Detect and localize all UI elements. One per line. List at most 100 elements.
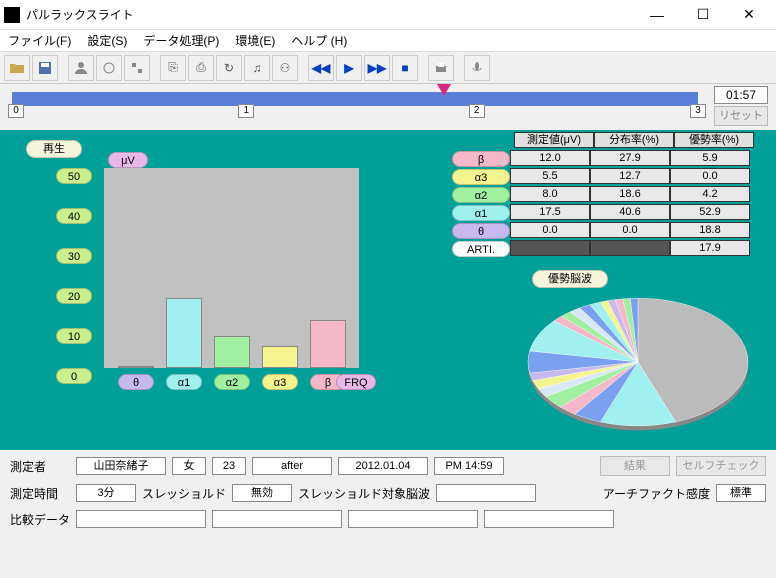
tick-3: 3 <box>690 104 706 118</box>
threshold-label: スレッショルド <box>142 485 226 502</box>
rowlabel-ARTI.: ARTI. <box>452 241 510 257</box>
rowlabel-α1: α1 <box>452 205 510 221</box>
device-icon[interactable] <box>96 55 122 81</box>
time-display: 01:57 <box>714 86 768 104</box>
open-icon[interactable] <box>4 55 30 81</box>
rowlabel-α2: α2 <box>452 187 510 203</box>
compare-field-2 <box>212 510 342 528</box>
cell: 4.2 <box>670 186 750 202</box>
mic-icon[interactable] <box>464 55 490 81</box>
ytick-0: 0 <box>56 368 92 384</box>
th-measure: 測定値(μV) <box>514 132 594 148</box>
titlebar: パルラックスライト — ☐ ✕ <box>0 0 776 30</box>
user-icon[interactable] <box>68 55 94 81</box>
main-panel: 再生 μV 50403020100 θα1α2α3β FRQ 測定値(μV)分布… <box>0 130 776 450</box>
th-dist: 分布率(%) <box>594 132 674 148</box>
toolbar: ⎘ ⎙ ↻ ♫ ⚇ ◀◀ ▶ ▶▶ ■ <box>0 52 776 84</box>
play-button[interactable]: ▶ <box>336 55 362 81</box>
menu-settings[interactable]: 設定(S) <box>83 30 131 51</box>
th-dom: 優勢率(%) <box>674 132 754 148</box>
ytick-20: 20 <box>56 288 92 304</box>
cell: 18.8 <box>670 222 750 238</box>
compare-field-1 <box>76 510 206 528</box>
close-button[interactable]: ✕ <box>726 0 772 30</box>
rewind-button[interactable]: ◀◀ <box>308 55 334 81</box>
cell: 8.0 <box>510 186 590 202</box>
tool1-icon[interactable]: ⎘ <box>160 55 186 81</box>
info-panel: 測定者 山田奈緒子 女 23 after 2012.01.04 PM 14:59… <box>0 450 776 578</box>
data-table: 測定値(μV)分布率(%)優勢率(%) β12.027.95.9 α35.512.… <box>452 132 766 258</box>
menubar: ファイル(F) 設定(S) データ処理(P) 環境(E) ヘルプ (H) <box>0 30 776 52</box>
threshold-target-field <box>436 484 536 502</box>
phase-field: after <box>252 457 332 475</box>
ytick-30: 30 <box>56 248 92 264</box>
xlabel-θ: θ <box>118 374 154 390</box>
cell: 0.0 <box>510 222 590 238</box>
cell: 12.7 <box>590 168 670 184</box>
compare-label: 比較データ <box>10 511 70 528</box>
xlabel-α3: α3 <box>262 374 298 390</box>
compare-field-4 <box>484 510 614 528</box>
time-field: PM 14:59 <box>434 457 504 475</box>
result-button[interactable]: 結果 <box>600 456 670 476</box>
cell: 0.0 <box>590 222 670 238</box>
progress-marker-icon[interactable] <box>437 84 451 96</box>
rowlabel-β: β <box>452 151 510 167</box>
refresh-icon[interactable]: ↻ <box>216 55 242 81</box>
save-icon[interactable] <box>32 55 58 81</box>
tick-0: 0 <box>8 104 24 118</box>
threshold-field: 無効 <box>232 484 292 502</box>
cell: 12.0 <box>510 150 590 166</box>
bar-β <box>310 320 346 368</box>
menu-help[interactable]: ヘルプ (H) <box>287 30 351 51</box>
compare-field-3 <box>348 510 478 528</box>
artifact-field: 標準 <box>716 484 766 502</box>
selfcheck-button[interactable]: セルフチェック <box>676 456 766 476</box>
meastime-label: 測定時間 <box>10 485 70 502</box>
pie-chart <box>518 292 758 432</box>
uv-label: μV <box>108 152 148 168</box>
headphone-icon[interactable]: ♫ <box>244 55 270 81</box>
tick-2: 2 <box>469 104 485 118</box>
cell: 17.9 <box>670 240 750 256</box>
cell: 5.5 <box>510 168 590 184</box>
bar-θ <box>118 366 154 368</box>
age-field: 23 <box>212 457 246 475</box>
artifact-label: アーチファクト感度 <box>603 485 710 502</box>
ytick-50: 50 <box>56 168 92 184</box>
menu-file[interactable]: ファイル(F) <box>4 30 75 51</box>
cell: 27.9 <box>590 150 670 166</box>
cell: 52.9 <box>670 204 750 220</box>
app-icon <box>4 7 20 23</box>
cell: 18.6 <box>590 186 670 202</box>
tick-1: 1 <box>238 104 254 118</box>
xlabel-α1: α1 <box>166 374 202 390</box>
cell: 0.0 <box>670 168 750 184</box>
cell: 5.9 <box>670 150 750 166</box>
tool2-icon[interactable]: ⎙ <box>188 55 214 81</box>
measurer-label: 測定者 <box>10 458 70 475</box>
frq-label: FRQ <box>336 374 376 390</box>
progress-area: 01:57 リセット 0 1 2 3 <box>0 84 776 130</box>
minimize-button[interactable]: — <box>634 0 680 30</box>
cell: 17.5 <box>510 204 590 220</box>
maximize-button[interactable]: ☐ <box>680 0 726 30</box>
forward-button[interactable]: ▶▶ <box>364 55 390 81</box>
bar-chart <box>104 168 359 368</box>
bar-α2 <box>214 336 250 368</box>
rowlabel-θ: θ <box>452 223 510 239</box>
menu-data[interactable]: データ処理(P) <box>139 30 223 51</box>
print-icon[interactable] <box>428 55 454 81</box>
group-icon[interactable]: ⚇ <box>272 55 298 81</box>
name-field: 山田奈緒子 <box>76 457 166 475</box>
network-icon[interactable] <box>124 55 150 81</box>
threshold-target-label: スレッショルド対象脳波 <box>298 485 430 502</box>
ytick-10: 10 <box>56 328 92 344</box>
cell: 40.6 <box>590 204 670 220</box>
tick-row: 0 1 2 3 <box>8 104 706 120</box>
menu-env[interactable]: 環境(E) <box>231 30 279 51</box>
reset-button[interactable]: リセット <box>714 106 768 126</box>
pie-title: 優勢脳波 <box>532 270 608 288</box>
stop-button[interactable]: ■ <box>392 55 418 81</box>
rowlabel-α3: α3 <box>452 169 510 185</box>
